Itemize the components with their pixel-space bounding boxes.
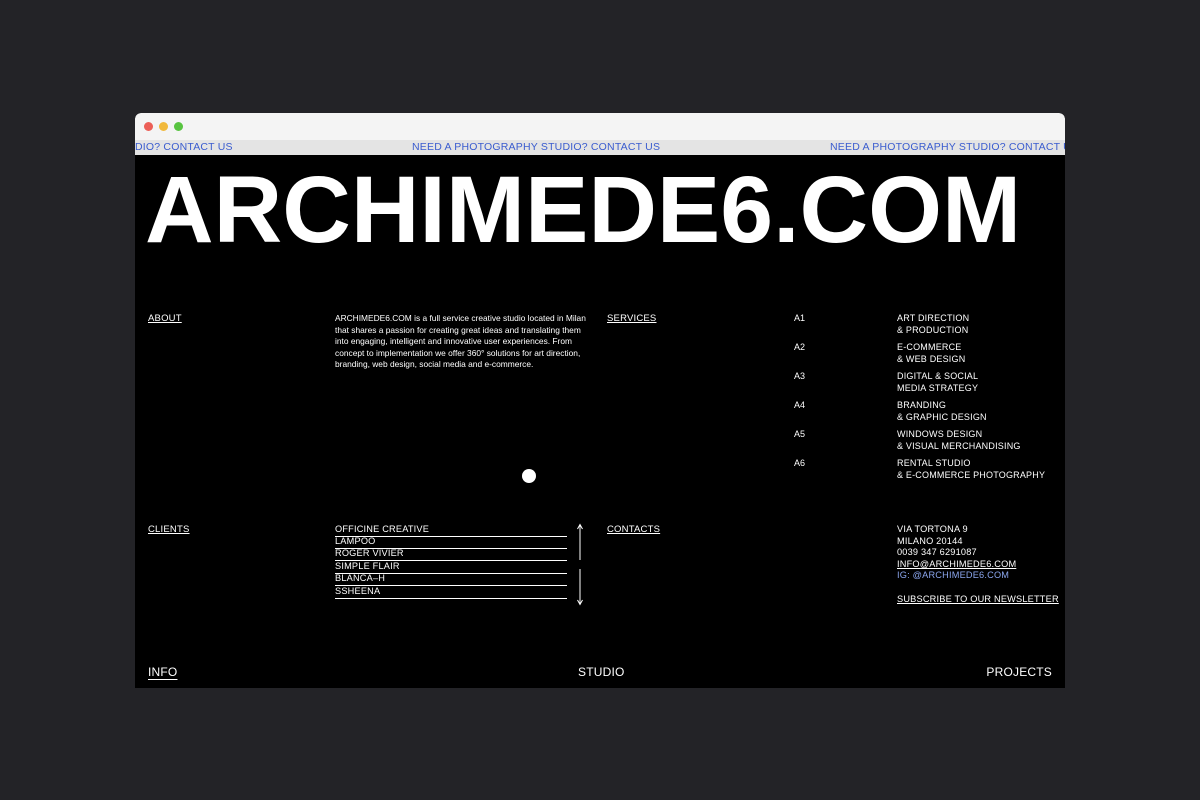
close-window-button[interactable] <box>144 122 153 131</box>
phone-number: 0039 347 6291087 <box>897 547 977 558</box>
scroll-down-arrow-icon[interactable] <box>576 568 584 606</box>
service-item: E-COMMERCE & WEB DESIGN <box>897 342 966 364</box>
announcement-ticker[interactable]: DIO? CONTACT US NEED A PHOTOGRAPHY STUDI… <box>135 140 1065 155</box>
service-item: BRANDING & GRAPHIC DESIGN <box>897 400 987 422</box>
service-item: WINDOWS DESIGN & VISUAL MERCHANDISING <box>897 429 1021 451</box>
client-item[interactable]: BLANCA–H <box>335 573 567 586</box>
address-line: MILANO 20144 <box>897 535 963 546</box>
client-item[interactable]: ROGER VIVIER <box>335 548 567 561</box>
about-label[interactable]: ABOUT <box>148 313 182 324</box>
client-item[interactable]: LAMPOO <box>335 536 567 549</box>
service-code: A1 <box>794 313 806 323</box>
services-label[interactable]: SERVICES <box>607 313 656 324</box>
scroll-up-arrow-icon[interactable] <box>576 523 584 561</box>
about-text: ARCHIMEDE6.COM is a full service creativ… <box>335 313 586 370</box>
service-code: A3 <box>794 371 806 381</box>
email-link[interactable]: INFO@ARCHIMEDE6.COM <box>897 559 1016 571</box>
client-item[interactable]: SSHEENA <box>335 586 567 599</box>
service-item: RENTAL STUDIO & E-COMMERCE PHOTOGRAPHY <box>897 458 1046 480</box>
window-titlebar <box>135 113 1065 140</box>
service-item: DIGITAL & SOCIAL MEDIA STRATEGY <box>897 371 979 393</box>
service-code: A4 <box>794 400 806 410</box>
newsletter-link[interactable]: SUBSCRIBE TO OUR NEWSLETTER <box>897 594 1059 604</box>
service-code: A2 <box>794 342 806 352</box>
ticker-item[interactable]: NEED A PHOTOGRAPHY STUDIO? CONTACT US <box>830 141 1065 153</box>
service-code: A5 <box>794 429 806 439</box>
client-item[interactable]: OFFICINE CREATIVE <box>335 524 567 537</box>
contact-block: VIA TORTONA 9 MILANO 20144 0039 347 6291… <box>897 524 1016 582</box>
nav-info[interactable]: INFO <box>148 665 177 679</box>
ticker-item[interactable]: NEED A PHOTOGRAPHY STUDIO? CONTACT US <box>412 141 660 153</box>
clients-label[interactable]: CLIENTS <box>148 524 190 535</box>
maximize-window-button[interactable] <box>174 122 183 131</box>
client-item[interactable]: SIMPLE FLAIR <box>335 561 567 574</box>
browser-window: DIO? CONTACT US NEED A PHOTOGRAPHY STUDI… <box>135 113 1065 688</box>
contacts-label[interactable]: CONTACTS <box>607 524 660 535</box>
service-code: A6 <box>794 458 806 468</box>
ticker-item[interactable]: DIO? CONTACT US <box>135 141 233 153</box>
minimize-window-button[interactable] <box>159 122 168 131</box>
address-line: VIA TORTONA 9 <box>897 524 968 534</box>
cursor-dot <box>522 469 536 483</box>
instagram-link[interactable]: IG: @ARCHIMEDE6.COM <box>897 570 1016 582</box>
hero-title: ARCHIMEDE6.COM <box>145 157 1022 263</box>
nav-projects[interactable]: PROJECTS <box>986 665 1052 679</box>
service-item: ART DIRECTION & PRODUCTION <box>897 313 970 335</box>
nav-studio[interactable]: STUDIO <box>578 665 625 679</box>
